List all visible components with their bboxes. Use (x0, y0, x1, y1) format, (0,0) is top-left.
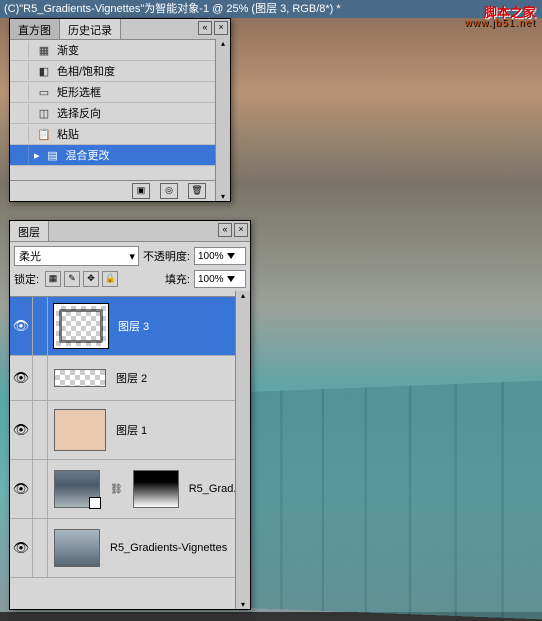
history-item[interactable]: ◧色相/饱和度 (10, 61, 230, 82)
layer-thumbnail[interactable] (54, 470, 100, 508)
layers-panel: 图层 « × 柔光 不透明度: 100% 锁定: ▦ ✎ ✥ 🔒 填充: 100… (9, 220, 251, 610)
history-item[interactable]: 📋粘贴 (10, 124, 230, 145)
layer-row[interactable]: 👁 ⛓ R5_Grad... (10, 460, 250, 519)
scrollbar[interactable] (215, 39, 230, 201)
layer-thumbnail[interactable] (54, 304, 108, 348)
adjustment-icon: ◧ (35, 63, 53, 79)
lock-pixels-icon[interactable]: ✎ (64, 271, 80, 287)
layer-thumbnail[interactable] (54, 409, 106, 451)
new-snapshot-icon[interactable]: ◎ (160, 183, 178, 199)
layer-name[interactable]: 图层 1 (116, 422, 147, 438)
history-label: 混合更改 (66, 147, 110, 163)
blend-mode-value: 柔光 (19, 248, 41, 264)
layer-list: 👁 图层 3 👁 图层 2 👁 图层 1 👁 ⛓ R5_Grad... 👁 (10, 297, 250, 607)
tab-layers[interactable]: 图层 (10, 221, 49, 241)
history-list: ▦渐变 ◧色相/饱和度 ▭矩形选框 ◫选择反向 📋粘贴 ▸ ▤混合更改 (10, 40, 230, 180)
visibility-icon[interactable]: 👁 (10, 356, 33, 400)
layer-row[interactable]: 👁 图层 3 (10, 297, 250, 356)
lock-all-icon[interactable]: 🔒 (102, 271, 118, 287)
history-item[interactable]: ▸ ▤混合更改 (10, 145, 230, 166)
layer-row[interactable]: 👁 R5_Gradients-Vignettes (10, 519, 250, 578)
history-item[interactable]: ▭矩形选框 (10, 82, 230, 103)
pointer-icon: ▸ (34, 149, 40, 162)
tab-histogram[interactable]: 直方图 (10, 19, 60, 39)
visibility-icon[interactable]: 👁 (10, 460, 33, 518)
history-label: 粘贴 (57, 126, 79, 142)
layer-thumbnail[interactable] (54, 369, 106, 387)
history-label: 渐变 (57, 42, 79, 58)
paste-icon: 📋 (35, 126, 53, 142)
select-icon: ◫ (35, 105, 53, 121)
layer-name[interactable]: 图层 3 (118, 318, 149, 334)
fill-label: 填充: (165, 271, 190, 287)
layer-thumbnail[interactable] (54, 529, 100, 567)
history-footer: ▣ ◎ 🗑 (10, 180, 230, 201)
lock-label: 锁定: (14, 271, 39, 287)
layer-name[interactable]: 图层 2 (116, 370, 147, 386)
history-item[interactable]: ◫选择反向 (10, 103, 230, 124)
lock-position-icon[interactable]: ✥ (83, 271, 99, 287)
blend-icon: ▤ (44, 147, 62, 163)
history-label: 色相/饱和度 (57, 63, 115, 79)
fill-input[interactable]: 100% (194, 270, 246, 288)
history-panel: 直方图 历史记录 « × ▦渐变 ◧色相/饱和度 ▭矩形选框 ◫选择反向 📋粘贴… (9, 18, 231, 202)
panel-close-icon[interactable]: × (234, 223, 248, 237)
history-label: 选择反向 (57, 105, 101, 121)
marquee-icon: ▭ (35, 84, 53, 100)
watermark-url: www.jb51.net (465, 18, 536, 29)
tab-history[interactable]: 历史记录 (60, 19, 121, 39)
new-document-icon[interactable]: ▣ (132, 183, 150, 199)
layer-row[interactable]: 👁 图层 1 (10, 401, 250, 460)
mask-link-icon[interactable]: ⛓ (110, 484, 123, 495)
scrollbar[interactable] (235, 291, 250, 609)
visibility-icon[interactable]: 👁 (10, 401, 33, 459)
layer-row[interactable]: 👁 图层 2 (10, 356, 250, 401)
visibility-icon[interactable]: 👁 (10, 519, 33, 577)
opacity-label: 不透明度: (143, 248, 190, 264)
trash-icon[interactable]: 🗑 (188, 183, 206, 199)
window-title: (C)"R5_Gradients-Vignettes"为智能对象-1 @ 25%… (0, 0, 542, 18)
layer-name[interactable]: R5_Gradients-Vignettes (110, 542, 227, 554)
panel-collapse-icon[interactable]: « (198, 21, 212, 35)
lock-transparency-icon[interactable]: ▦ (45, 271, 61, 287)
history-item[interactable]: ▦渐变 (10, 40, 230, 61)
visibility-icon[interactable]: 👁 (10, 297, 33, 355)
mask-thumbnail[interactable] (133, 470, 179, 508)
history-label: 矩形选框 (57, 84, 101, 100)
opacity-input[interactable]: 100% (194, 247, 246, 265)
panel-close-icon[interactable]: × (214, 21, 228, 35)
gradient-icon: ▦ (35, 42, 53, 58)
blend-mode-select[interactable]: 柔光 (14, 246, 139, 266)
panel-collapse-icon[interactable]: « (218, 223, 232, 237)
